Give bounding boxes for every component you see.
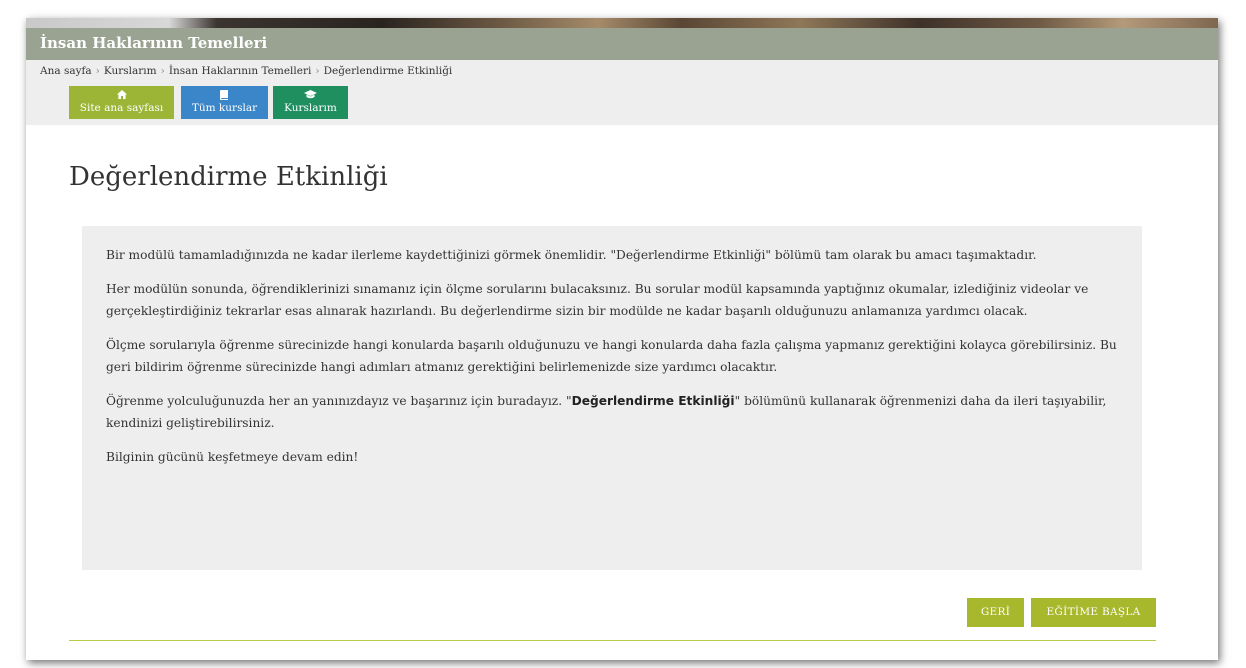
breadcrumb: Ana sayfa › Kurslarım › İnsan Haklarının Tem… (40, 65, 452, 77)
breadcrumb-my-courses[interactable]: Kurslarım (104, 65, 157, 77)
graduation-cap-icon (273, 90, 348, 102)
book-icon (181, 90, 268, 102)
breadcrumb-home[interactable]: Ana sayfa (40, 65, 92, 77)
content-box: Bir modülü tamamladığınızda ne kadar ile… (82, 226, 1142, 570)
paragraph-questions: Her modülün sonunda, öğrendiklerinizi sı… (106, 282, 1089, 318)
all-courses-button[interactable]: Tüm kurslar (181, 86, 268, 119)
paragraph-support-start: Öğrenme yolculuğunuzda her an yanınızday… (106, 394, 572, 408)
navigation-area: Ana sayfa › Kurslarım › İnsan Haklarının Tem… (26, 60, 1218, 125)
start-training-button[interactable]: EĞİTİME BAŞLA (1031, 598, 1156, 627)
paragraph-closing: Bilginin gücünü keşfetmeye devam edin! (106, 450, 359, 464)
breadcrumb-course[interactable]: İnsan Haklarının Temelleri (169, 65, 312, 77)
bottom-divider (69, 640, 1156, 641)
my-courses-button[interactable]: Kurslarım (273, 86, 348, 119)
paragraph-feedback: Ölçme sorularıyla öğrenme sürecinizde ha… (106, 338, 1117, 374)
paragraph-support: Öğrenme yolculuğunuzda her an yanınızday… (106, 390, 1118, 434)
breadcrumb-current[interactable]: Değerlendirme Etkinliği (324, 65, 453, 77)
all-courses-label: Tüm kurslar (191, 102, 258, 114)
header-banner-image (26, 18, 1218, 28)
site-home-button[interactable]: Site ana sayfası (69, 86, 174, 119)
course-title: İnsan Haklarının Temelleri (40, 34, 268, 52)
breadcrumb-separator: › (315, 65, 320, 77)
course-title-bar: İnsan Haklarının Temelleri (26, 28, 1218, 60)
paragraph-support-bold: Değerlendirme Etkinliği (571, 394, 735, 408)
paragraph-intro: Bir modülü tamamladığınızda ne kadar ile… (106, 248, 1037, 262)
back-button[interactable]: GERİ (967, 598, 1024, 627)
site-home-label: Site ana sayfası (79, 102, 164, 114)
home-icon (69, 90, 174, 102)
breadcrumb-separator: › (95, 65, 100, 77)
page-title: Değerlendirme Etkinliği (69, 162, 388, 192)
breadcrumb-separator: › (160, 65, 165, 77)
my-courses-label: Kurslarım (284, 102, 337, 114)
page-frame: İnsan Haklarının Temelleri Ana sayfa › Kur… (26, 18, 1218, 660)
